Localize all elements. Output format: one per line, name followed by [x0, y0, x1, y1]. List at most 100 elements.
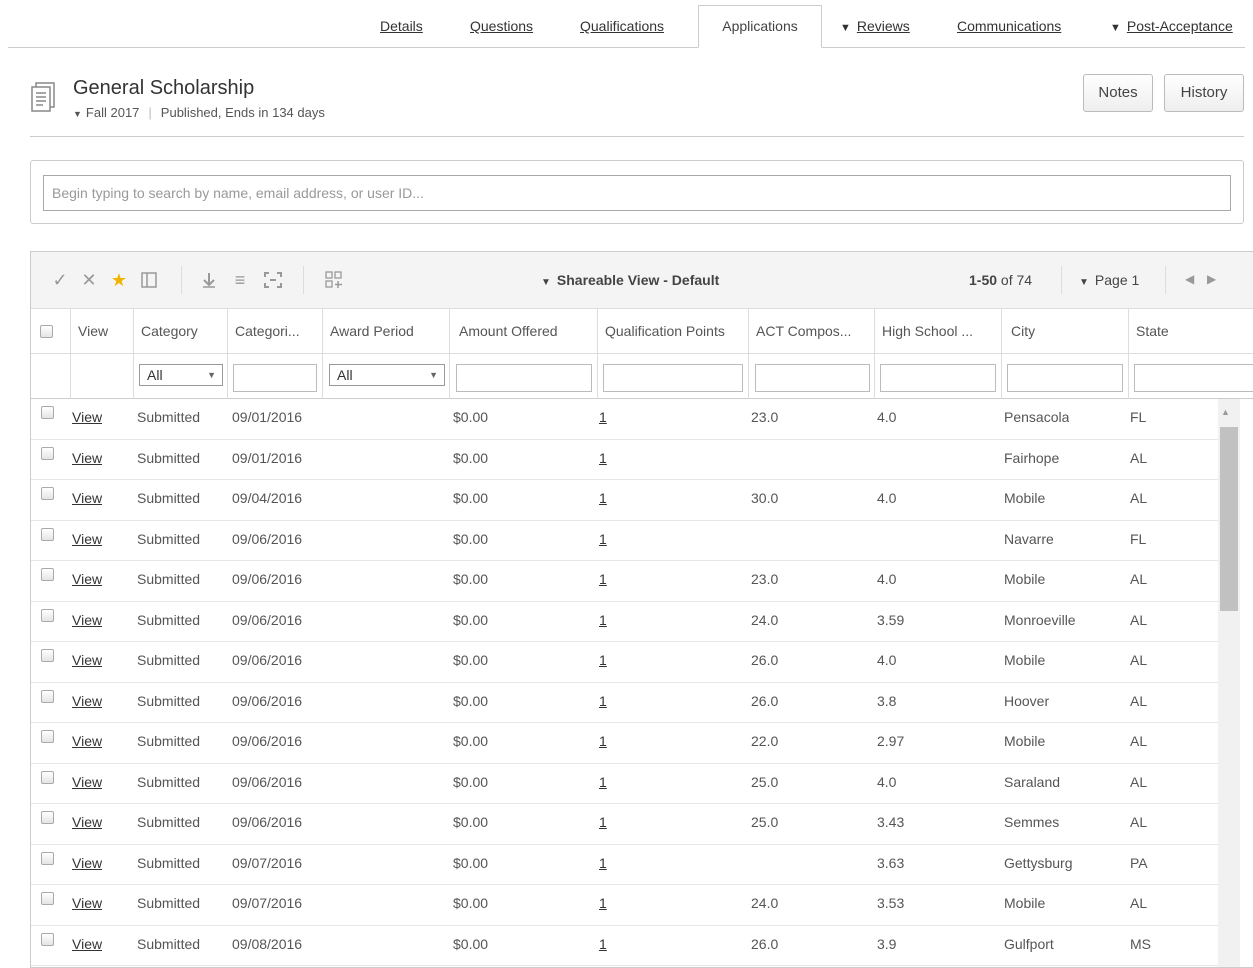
reject-x-icon[interactable]: ✕: [78, 269, 100, 291]
columns-panel-icon[interactable]: [138, 269, 160, 291]
row-checkbox[interactable]: [41, 892, 54, 905]
qualification-points-link[interactable]: 1: [599, 845, 607, 885]
view-link[interactable]: View: [72, 521, 102, 561]
view-link[interactable]: View: [72, 885, 102, 925]
scroll-up-arrow-icon[interactable]: ▲: [1221, 407, 1230, 417]
view-link[interactable]: View: [72, 642, 102, 682]
column-header-category-date[interactable]: Categori...: [227, 309, 322, 354]
column-header-category[interactable]: Category: [133, 309, 227, 354]
city-filter-input[interactable]: [1007, 364, 1123, 392]
vertical-scrollbar-thumb[interactable]: [1220, 427, 1238, 611]
qualification-points-link[interactable]: 1: [599, 926, 607, 966]
state-cell: AL: [1130, 611, 1148, 628]
notes-button[interactable]: Notes: [1083, 74, 1153, 112]
view-link[interactable]: View: [72, 561, 102, 601]
row-checkbox[interactable]: [41, 770, 54, 784]
city-cell: Gettysburg: [1004, 854, 1073, 871]
qualification-points-link[interactable]: 1: [599, 602, 607, 642]
tab-details[interactable]: Details: [380, 18, 423, 34]
row-checkbox[interactable]: [41, 649, 54, 662]
view-link[interactable]: View: [72, 602, 102, 642]
select-all-checkbox[interactable]: [40, 325, 53, 338]
row-checkbox[interactable]: [41, 487, 54, 500]
row-checkbox[interactable]: [41, 446, 54, 460]
view-link[interactable]: View: [72, 764, 102, 804]
column-header-amount-offered[interactable]: Amount Offered: [449, 309, 597, 354]
qualification-points-link[interactable]: 1: [599, 804, 607, 844]
qualification-points-link[interactable]: 1: [599, 764, 607, 804]
qualification-points-link[interactable]: 1: [599, 723, 607, 763]
award-period-filter-select[interactable]: All ▼: [329, 364, 445, 386]
history-button[interactable]: History: [1164, 74, 1244, 112]
view-link[interactable]: View: [72, 926, 102, 966]
state-cell: AL: [1130, 773, 1148, 790]
tab-qualifications[interactable]: Qualifications: [580, 18, 664, 34]
qualification-points-link[interactable]: 1: [599, 561, 607, 601]
view-link[interactable]: View: [72, 440, 102, 480]
category-cell: Submitted: [137, 935, 201, 952]
row-checkbox[interactable]: [41, 406, 54, 419]
category-filter-select[interactable]: All ▼: [139, 364, 223, 386]
list-icon[interactable]: ≡: [229, 269, 251, 291]
row-checkbox[interactable]: [41, 527, 54, 541]
qualification-points-link[interactable]: 1: [599, 521, 607, 561]
row-checkbox[interactable]: [41, 932, 54, 946]
amount-offered-cell: $0.00: [453, 733, 489, 749]
qualification-points-link[interactable]: 1: [599, 399, 607, 439]
view-link[interactable]: View: [72, 683, 102, 723]
filter-cell: [874, 354, 1001, 399]
category-date-filter-input[interactable]: [233, 364, 317, 392]
column-header-state[interactable]: State: [1128, 309, 1253, 354]
download-icon[interactable]: [198, 269, 220, 291]
row-checkbox[interactable]: [41, 568, 54, 581]
act-composite-cell: 26.0: [751, 692, 779, 709]
view-selector[interactable]: ▼ Shareable View - Default: [541, 272, 719, 288]
page-selector[interactable]: ▼ Page 1: [1079, 272, 1139, 288]
act-composite-filter-input[interactable]: [755, 364, 870, 392]
next-page-icon[interactable]: ▶: [1207, 272, 1216, 286]
page-subtitle: ▼ Fall 2017 | Published, Ends in 134 days: [73, 105, 325, 120]
qualification-points-link[interactable]: 1: [599, 480, 607, 520]
column-header-qualification-points[interactable]: Qualification Points: [597, 309, 748, 354]
table-row: View Submitted 09/06/2016 $0.00 1 22.0 2.97 Mob…: [31, 723, 1218, 764]
view-link[interactable]: View: [72, 723, 102, 763]
expand-icon[interactable]: [262, 269, 284, 291]
row-checkbox[interactable]: [41, 811, 54, 824]
column-header-award-period[interactable]: Award Period: [322, 309, 449, 354]
tab-post-acceptance[interactable]: ▼ Post-Acceptance: [1110, 18, 1233, 34]
tab-reviews[interactable]: ▼ Reviews: [840, 18, 910, 34]
table-row: View Submitted 09/06/2016 $0.00 1 24.0 3.59 Mon…: [31, 602, 1218, 642]
view-link[interactable]: View: [72, 845, 102, 885]
row-checkbox[interactable]: [41, 608, 54, 622]
caret-down-icon: ▼: [429, 370, 438, 380]
view-link[interactable]: View: [72, 399, 102, 439]
column-header-view[interactable]: View: [70, 309, 133, 354]
search-input[interactable]: [43, 175, 1231, 211]
tab-communications[interactable]: Communications: [957, 18, 1061, 34]
tab-applications[interactable]: Applications: [698, 5, 822, 48]
row-checkbox[interactable]: [41, 851, 54, 865]
qualification-points-link[interactable]: 1: [599, 440, 607, 480]
column-header-act-composite[interactable]: ACT Compos...: [748, 309, 874, 354]
row-checkbox[interactable]: [41, 689, 54, 703]
category-date-cell: 09/06/2016: [232, 733, 303, 749]
qualification-points-link[interactable]: 1: [599, 885, 607, 925]
amount-offered-filter-input[interactable]: [456, 364, 592, 392]
state-filter-input[interactable]: [1134, 364, 1253, 392]
add-widget-icon[interactable]: [323, 269, 345, 291]
term-selector[interactable]: ▼ Fall 2017: [73, 105, 139, 120]
view-link[interactable]: View: [72, 480, 102, 520]
prev-page-icon[interactable]: ◀: [1185, 272, 1194, 286]
favorite-star-icon[interactable]: ★: [108, 269, 130, 291]
column-header-high-school-gpa[interactable]: High School ...: [874, 309, 1001, 354]
column-header-city[interactable]: City: [1001, 309, 1128, 354]
qualification-points-filter-input[interactable]: [603, 364, 743, 392]
approve-check-icon[interactable]: ✓: [49, 269, 71, 291]
row-checkbox[interactable]: [41, 730, 54, 743]
qualification-points-link[interactable]: 1: [599, 642, 607, 682]
qualification-points-link[interactable]: 1: [599, 683, 607, 723]
high-school-gpa-filter-input[interactable]: [880, 364, 996, 392]
view-link[interactable]: View: [72, 804, 102, 844]
tab-questions[interactable]: Questions: [470, 18, 533, 34]
caret-down-icon: ▼: [541, 277, 551, 288]
